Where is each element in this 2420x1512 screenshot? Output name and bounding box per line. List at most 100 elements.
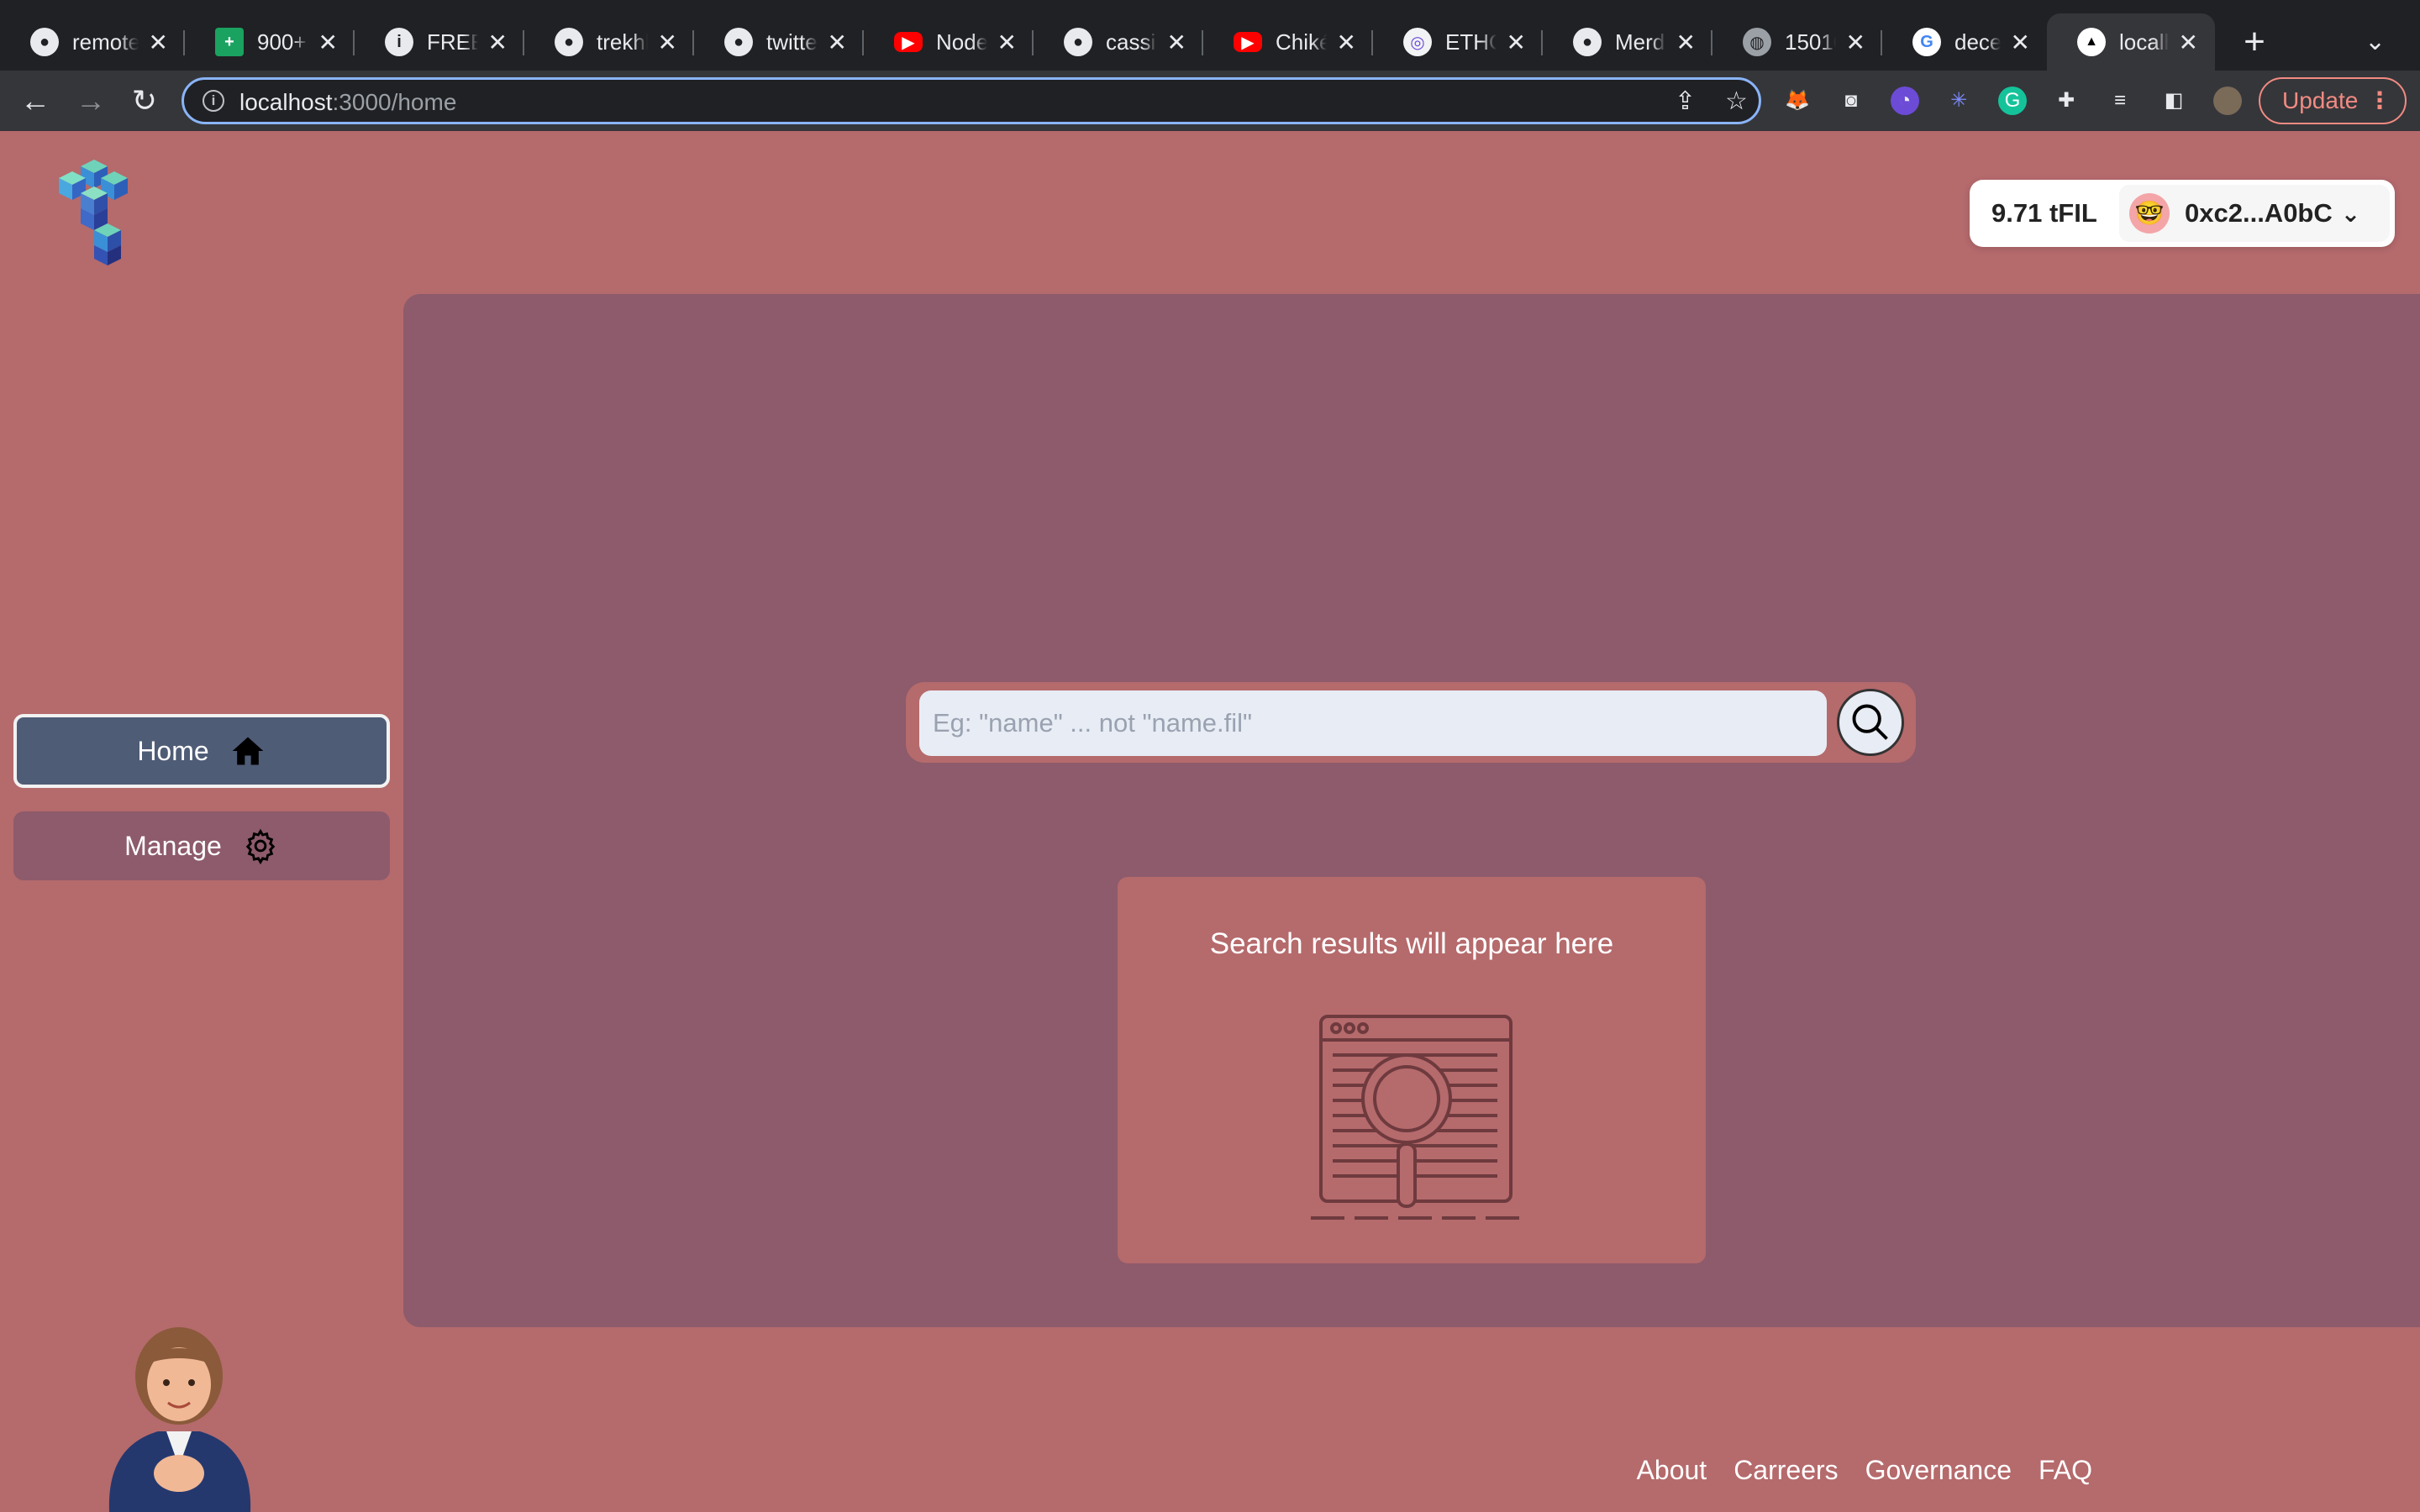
search-bar bbox=[906, 682, 1916, 763]
app-page: 9.71 tFIL 🤓 0xc2...A0bC ⌄ Home Manage Eg… bbox=[0, 131, 2420, 1512]
footer-link-governance[interactable]: Governance bbox=[1865, 1455, 2012, 1486]
search-document-illustration bbox=[1311, 1015, 1521, 1220]
globe-icon: ◍ bbox=[1743, 28, 1771, 56]
browser-tab[interactable]: ▶ Node.j ✕ bbox=[864, 13, 1034, 71]
github-icon: ● bbox=[1573, 28, 1602, 56]
extension-sparkle-icon[interactable]: ✳ bbox=[1944, 87, 1973, 115]
new-tab-icon[interactable]: + bbox=[2233, 17, 2275, 67]
close-tab-icon[interactable]: ✕ bbox=[318, 29, 338, 56]
close-tab-icon[interactable]: ✕ bbox=[997, 29, 1017, 56]
account-button[interactable]: 🤓 0xc2...A0bC ⌄ bbox=[2119, 185, 2390, 242]
close-tab-icon[interactable]: ✕ bbox=[1507, 29, 1526, 56]
tab-search-icon[interactable]: ⌄ bbox=[2365, 18, 2386, 66]
search-results-placeholder: Search results will appear here bbox=[1118, 877, 1706, 1263]
wallet-widget: 9.71 tFIL 🤓 0xc2...A0bC ⌄ bbox=[1970, 180, 2395, 247]
browser-tab[interactable]: + 900+ S ✕ bbox=[185, 13, 355, 71]
share-icon[interactable]: ⇪ bbox=[1675, 87, 1696, 116]
search-input[interactable] bbox=[919, 690, 1827, 756]
close-tab-icon[interactable]: ✕ bbox=[828, 29, 847, 56]
search-button[interactable] bbox=[1837, 689, 1904, 756]
tab-title: ETHGl bbox=[1445, 29, 1497, 55]
browser-tab[interactable]: ● cassid ✕ bbox=[1034, 13, 1203, 71]
close-tab-icon[interactable]: ✕ bbox=[488, 29, 508, 56]
tab-title: 15010 bbox=[1785, 29, 1836, 55]
tab-title: Node.j bbox=[936, 29, 987, 55]
browser-tab[interactable]: ● Merdi ✕ bbox=[1543, 13, 1712, 71]
close-tab-icon[interactable]: ✕ bbox=[1167, 29, 1186, 56]
url-text[interactable]: localhost:3000/home bbox=[239, 89, 456, 116]
media-controls-icon[interactable]: ≡ bbox=[2106, 87, 2134, 115]
browser-tab[interactable]: ◎ ETHGl ✕ bbox=[1373, 13, 1543, 71]
account-avatar: 🤓 bbox=[2129, 193, 2170, 234]
tab-title: remote bbox=[72, 29, 139, 55]
profile-avatar-icon[interactable] bbox=[2213, 87, 2242, 115]
footer-link-about[interactable]: About bbox=[1637, 1455, 1707, 1486]
mascot-avatar bbox=[108, 1327, 251, 1512]
browser-tab[interactable]: ▶ Chiké ✕ bbox=[1203, 13, 1373, 71]
tab-title: cassid bbox=[1106, 29, 1157, 55]
close-tab-icon[interactable]: ✕ bbox=[658, 29, 677, 56]
grammarly-icon[interactable]: G bbox=[1998, 87, 2027, 115]
google-icon: G bbox=[1912, 28, 1941, 56]
search-icon bbox=[1852, 704, 1888, 740]
gear-icon bbox=[245, 828, 276, 864]
ethglobal-icon: ◎ bbox=[1403, 28, 1432, 56]
back-icon[interactable]: ← bbox=[17, 82, 54, 119]
tab-title: Merdi bbox=[1615, 29, 1666, 55]
footer-link-faq[interactable]: FAQ bbox=[2039, 1455, 2092, 1486]
tab-title: decen bbox=[1954, 29, 2001, 55]
results-message: Search results will appear here bbox=[1209, 927, 1614, 960]
nextjs-icon: ▲ bbox=[2077, 28, 2106, 56]
info-icon: i bbox=[385, 28, 413, 56]
github-icon: ● bbox=[1064, 28, 1092, 56]
wallet-balance: 9.71 tFIL bbox=[1991, 198, 2097, 228]
metamask-icon[interactable]: 🦊 bbox=[1783, 87, 1812, 115]
camera-icon[interactable]: ◙ bbox=[1837, 87, 1865, 115]
browser-tab-active[interactable]: ▲ localh ✕ bbox=[2047, 13, 2215, 71]
browser-tab[interactable]: ● trekhle ✕ bbox=[524, 13, 694, 71]
browser-tab[interactable]: i FREE F ✕ bbox=[355, 13, 524, 71]
browser-tab[interactable]: ◍ 15010 ✕ bbox=[1712, 13, 1882, 71]
app-logo[interactable] bbox=[55, 160, 136, 269]
tab-title: twitter bbox=[766, 29, 818, 55]
address-bar[interactable]: i localhost:3000/home ⇪ ☆ bbox=[182, 77, 1761, 124]
close-tab-icon[interactable]: ✕ bbox=[2011, 29, 2030, 56]
sheets-icon: + bbox=[215, 28, 244, 56]
extensions-puzzle-icon[interactable]: ✚ bbox=[2052, 87, 2081, 115]
browser-tab[interactable]: ● twitter ✕ bbox=[694, 13, 864, 71]
extension-ghost-icon[interactable]: ◔ bbox=[1891, 87, 1919, 115]
sidebar-item-label: Home bbox=[137, 735, 209, 766]
close-tab-icon[interactable]: ✕ bbox=[149, 29, 168, 56]
tab-title: 900+ S bbox=[257, 29, 308, 55]
github-icon: ● bbox=[555, 28, 583, 56]
close-tab-icon[interactable]: ✕ bbox=[1337, 29, 1356, 56]
tab-title: FREE F bbox=[427, 29, 478, 55]
github-icon: ● bbox=[724, 28, 753, 56]
update-button[interactable]: Update ⋮ bbox=[2259, 77, 2407, 124]
browser-tab-strip: ● remote ✕ + 900+ S ✕ i FREE F ✕ ● trekh… bbox=[0, 0, 2420, 71]
browser-tab[interactable]: ● remote ✕ bbox=[0, 13, 185, 71]
sidebar-item-manage[interactable]: Manage bbox=[13, 811, 390, 880]
browser-tab[interactable]: G decen ✕ bbox=[1882, 13, 2047, 71]
account-address: 0xc2...A0bC bbox=[2185, 198, 2333, 228]
chevron-down-icon: ⌄ bbox=[2340, 200, 2361, 227]
tab-title: trekhle bbox=[597, 29, 648, 55]
sidebar-item-label: Manage bbox=[124, 830, 222, 861]
site-info-icon[interactable]: i bbox=[203, 90, 224, 112]
home-icon bbox=[232, 737, 264, 765]
bookmark-star-icon[interactable]: ☆ bbox=[1725, 87, 1748, 116]
more-menu-icon[interactable]: ⋮ bbox=[2368, 79, 2391, 123]
youtube-icon: ▶ bbox=[894, 32, 923, 52]
footer-link-careers[interactable]: Carreers bbox=[1733, 1455, 1838, 1486]
tab-title: Chiké bbox=[1276, 29, 1327, 55]
sidebar-item-home[interactable]: Home bbox=[13, 714, 390, 788]
forward-icon[interactable]: → bbox=[72, 82, 109, 119]
side-panel-icon[interactable]: ◧ bbox=[2160, 87, 2188, 115]
tab-title: localh bbox=[2119, 29, 2169, 55]
close-tab-icon[interactable]: ✕ bbox=[2179, 29, 2198, 56]
github-icon: ● bbox=[30, 28, 59, 56]
close-tab-icon[interactable]: ✕ bbox=[1846, 29, 1865, 56]
youtube-icon: ▶ bbox=[1234, 32, 1262, 52]
reload-icon[interactable]: ↻ bbox=[126, 82, 163, 119]
close-tab-icon[interactable]: ✕ bbox=[1676, 29, 1696, 56]
